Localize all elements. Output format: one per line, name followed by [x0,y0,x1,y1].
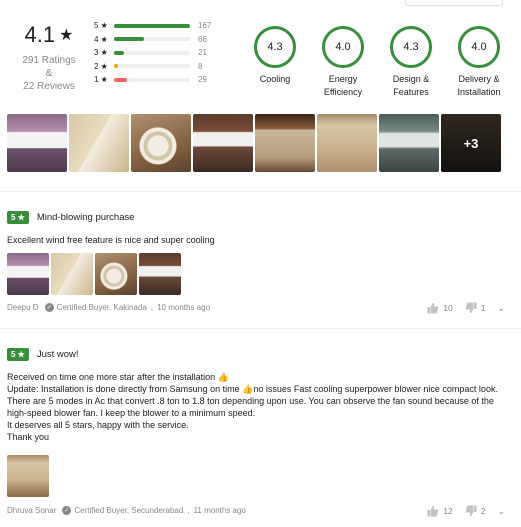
like-count: 10 [443,303,453,313]
bar-count: 167 [198,21,212,31]
review-photo[interactable] [95,253,137,295]
review-text: Thank you [7,432,50,442]
rating-value: 4.1 [24,22,56,47]
review-author: Deepu D [7,303,39,312]
aspect-label: Design & [392,74,430,84]
review-star-badge: 5 ★ [7,348,29,361]
review-star-badge: 5 ★ [7,211,29,224]
review-meta: Dhruva Sonar ✓ Certified Buyer, Secunder… [7,506,246,515]
review-photo[interactable] [7,455,49,497]
certified-buyer: Certified Buyer, Secunderabad [74,506,184,515]
thumbs-down-icon[interactable] [465,302,477,314]
aspect-cooling: 4.3 Cooling [241,26,309,99]
certified-buyer: Certified Buyer, Kakinada [56,303,147,312]
customer-photo[interactable] [131,114,191,172]
bar-fill [114,77,127,82]
review-header: 5 ★ Just wow! [7,348,79,361]
customer-photo[interactable] [379,114,439,172]
aspect-ring: 4.0 [458,26,500,68]
rating-bar-row: 5 ★ 167 [94,19,220,33]
review-age: 10 months ago [157,303,211,312]
aspect-label: Features [393,87,429,97]
review-actions: 10 1 ⌄ [427,302,505,314]
bar-count: 66 [198,34,207,44]
aspect-design: 4.3 Design & Features [377,26,445,99]
overall-rating: 4.1 ★ 291 Ratings & 22 Reviews [18,22,80,93]
aspect-ring: 4.0 [322,26,364,68]
aspect-ring: 4.3 [390,26,432,68]
review-meta: Deepu D ✓ Certified Buyer, Kakinada , 10… [7,303,210,312]
separator-dot: , [187,506,190,515]
review-body: Excellent wind free feature is nice and … [7,234,507,246]
bar-fill [114,37,145,42]
customer-photos: +3 [7,114,501,172]
bar-fill [114,50,124,55]
aspect-ring: 4.3 [254,26,296,68]
review-body: Received on time one more star after the… [7,371,507,443]
like-count: 12 [443,506,453,516]
bar-count: 29 [198,75,207,85]
separator-dot: , [150,303,154,312]
ratings-count: 291 Ratings & [22,55,76,79]
review-text: It deserves all 5 stars, happy with the … [7,420,189,430]
aspect-label: Cooling [259,74,291,84]
rating-bar-row: 4 ★ 66 [94,33,220,47]
review-age: 11 months ago [193,506,246,515]
reviews-count: 22 Reviews [23,81,75,92]
review-header: 5 ★ Mind-blowing purchase [7,211,135,224]
rating-bar-row: 3 ★ 21 [94,46,220,60]
bar-fill [114,23,190,28]
rating-bar-row: 2 ★ 8 [94,60,220,74]
customer-photo[interactable] [69,114,129,172]
bar-label: 2 ★ [94,61,108,71]
check-icon: ✓ [44,303,54,312]
customer-photo[interactable] [7,114,67,172]
bar-label: 1 ★ [94,75,108,85]
star-icon: ★ [59,27,74,44]
more-options-chevron-icon[interactable]: ⌄ [497,303,505,314]
divider [0,328,521,329]
check-icon: ✓ [62,506,72,515]
review-text: Excellent wind free feature is nice and … [7,235,215,245]
aspect-label: Installation [457,87,501,97]
more-options-chevron-icon[interactable]: ⌄ [497,506,505,517]
bar-count: 21 [198,48,207,58]
bar-label: 5 ★ [94,21,108,31]
customer-photo[interactable] [193,114,253,172]
more-photos-button[interactable]: +3 [441,114,501,172]
review-photos [7,253,181,295]
review-photo[interactable] [7,253,49,295]
review-actions: 12 2 ⌄ [427,505,505,517]
aspect-ratings: 4.3 Cooling 4.0 Energy Efficiency 4.3 Des… [241,26,513,99]
rating-distribution: 5 ★ 167 4 ★ 66 3 ★ 21 2 ★ 8 1 ★ 29 [94,19,220,87]
review-photos [7,455,49,497]
divider [0,191,521,192]
ratings-summary: 4.1 ★ 291 Ratings & 22 Reviews 5 ★ 167 4 … [0,0,521,110]
aspect-energy: 4.0 Energy Efficiency [309,26,377,99]
aspect-label: Delivery & [458,74,500,84]
bar-fill [114,64,118,69]
customer-photo[interactable] [317,114,377,172]
dislike-count: 1 [480,303,486,313]
review-photo[interactable] [139,253,181,295]
review-author: Dhruva Sonar [7,506,57,515]
thumbs-up-icon[interactable] [427,302,439,314]
thumbs-down-icon[interactable] [465,505,477,517]
aspect-label: Energy [328,74,358,84]
dislike-count: 2 [480,506,486,516]
more-photos-count: +3 [463,135,479,151]
review-title: Just wow! [36,349,79,360]
review-text: Received on time one more star after the… [7,372,229,382]
thumbs-up-icon[interactable] [427,505,439,517]
bar-label: 4 ★ [94,34,108,44]
review-photo[interactable] [51,253,93,295]
rating-bar-row: 1 ★ 29 [94,73,220,87]
aspect-delivery: 4.0 Delivery & Installation [445,26,513,99]
bar-label: 3 ★ [94,48,108,58]
customer-photo[interactable] [255,114,315,172]
review-text: Update: Installation is done directly fr… [7,384,498,418]
review-title: Mind-blowing purchase [36,212,135,223]
aspect-label: Efficiency [323,87,363,97]
bar-count: 8 [198,61,203,71]
